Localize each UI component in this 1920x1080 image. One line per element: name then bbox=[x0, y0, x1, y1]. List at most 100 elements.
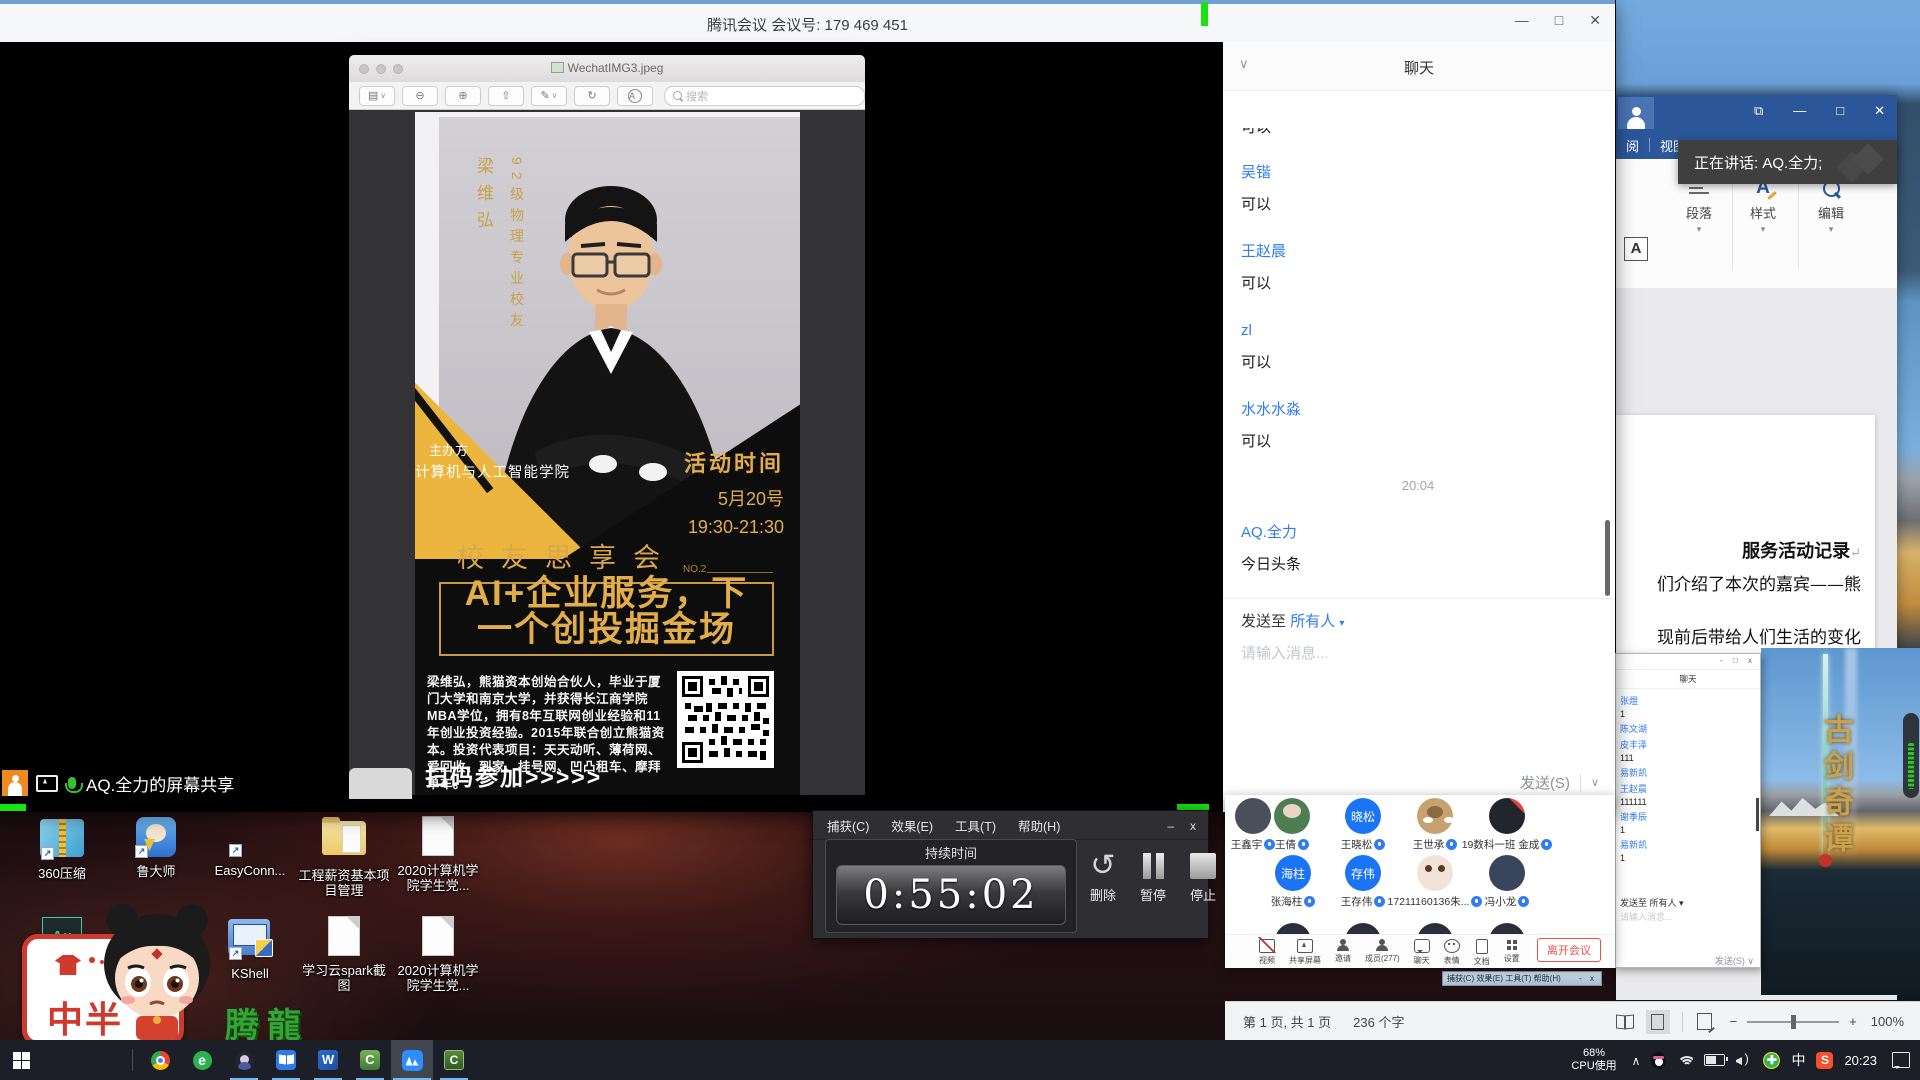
web-layout-icon[interactable] bbox=[1697, 1013, 1712, 1030]
desktop-icon-zip[interactable]: ↗360压缩 bbox=[16, 816, 108, 881]
safety-360-tray-icon[interactable]: ✚ bbox=[1763, 1052, 1780, 1069]
toolbar-item-emoji[interactable]: 表情 bbox=[1444, 939, 1460, 966]
mini-chat-scrollbar[interactable] bbox=[1756, 798, 1759, 831]
sogou-ime-icon[interactable]: S bbox=[1816, 1052, 1833, 1069]
mini-chat-sendto[interactable]: 发送至 所有人 ▾ bbox=[1620, 896, 1684, 909]
share-button[interactable]: ⇧ bbox=[488, 86, 524, 106]
chat-sender-name[interactable]: 吴锴 bbox=[1241, 162, 1595, 183]
participant-tile[interactable]: 海柱张海柱 bbox=[1257, 855, 1329, 909]
meeting-close-button[interactable]: ✕ bbox=[1589, 12, 1601, 29]
mini-chat-window[interactable]: - □ x 聊天 张煜1陈文湖皮丰泽111易新凯王赵晨111111谢季辰1易新凯… bbox=[1615, 653, 1761, 968]
rotate-button[interactable]: ↻ bbox=[574, 86, 610, 106]
font-box-icon[interactable]: A bbox=[1624, 237, 1648, 261]
desktop-icon-folder[interactable]: 工程薪资基本项目管理 bbox=[298, 816, 390, 898]
preview-titlebar[interactable]: WechatIMG3.jpeg bbox=[349, 55, 865, 83]
toolbar-item-chat[interactable]: 聊天 bbox=[1414, 939, 1430, 966]
taskbar-app-word[interactable]: W bbox=[307, 1040, 349, 1080]
zoom-slider[interactable] bbox=[1747, 1021, 1839, 1023]
word-maximize-button[interactable]: □ bbox=[1836, 103, 1844, 119]
删除-button[interactable]: ↺删除 bbox=[1085, 847, 1121, 904]
chat-sender-name[interactable]: zl bbox=[1241, 320, 1595, 341]
mini-recorder-controls[interactable]: - x bbox=[1579, 974, 1597, 983]
desktop-icon-doc[interactable]: 学习云spark截图 bbox=[298, 916, 390, 993]
zoom-out-button[interactable]: ⊖ bbox=[402, 86, 438, 106]
taskbar-clock[interactable]: 20:23 bbox=[1844, 1053, 1877, 1068]
participant-tile[interactable]: 晓松王晓松 bbox=[1327, 798, 1399, 852]
qq-tray-icon[interactable] bbox=[1651, 1052, 1666, 1069]
meeting-minimize-button[interactable]: — bbox=[1515, 12, 1529, 29]
word-account-avatar[interactable] bbox=[1618, 97, 1654, 129]
zoom-in-button[interactable]: + bbox=[1849, 1014, 1857, 1029]
mini-chat-send-button[interactable]: 发送(S) ∨ bbox=[1715, 954, 1754, 967]
taskbar-app-meet[interactable] bbox=[391, 1040, 433, 1080]
cartoon-sticker-popup[interactable]: 中半 bbox=[22, 898, 227, 1040]
toolbar-item-share[interactable]: 共享屏幕 bbox=[1289, 939, 1321, 966]
send-button[interactable]: 发送(S) bbox=[1520, 772, 1570, 793]
recorder-menu-item[interactable]: 工具(T) bbox=[955, 816, 996, 835]
word-ribbon-display-icon[interactable]: ⧉ bbox=[1754, 103, 1763, 119]
meeting-titlebar[interactable]: 腾讯会议 会议号: 179 469 451 — □ ✕ bbox=[0, 4, 1615, 43]
zoom-percent[interactable]: 100% bbox=[1871, 1014, 1904, 1029]
toolbar-item-members[interactable]: 成员(277) bbox=[1365, 939, 1400, 964]
chat-sender-name[interactable]: 王赵晨 bbox=[1241, 241, 1595, 262]
toolbar-item-video[interactable]: 视频 bbox=[1259, 939, 1275, 966]
participant-tile[interactable]: 17211160136朱... bbox=[1399, 855, 1471, 909]
cpu-usage-indicator[interactable]: 68% CPU使用 bbox=[1571, 1047, 1616, 1073]
taskbar-app-book[interactable] bbox=[265, 1040, 307, 1080]
send-to-caret-icon[interactable]: ▾ bbox=[1339, 618, 1344, 629]
chat-message-list[interactable]: 可以吴锴可以王赵晨可以zl可以水水水淼可以20:04AQ.全力今日头条zl公众号 bbox=[1241, 90, 1595, 598]
word-close-button[interactable]: ✕ bbox=[1874, 103, 1885, 119]
action-center-icon[interactable] bbox=[1892, 1052, 1910, 1068]
wifi-icon[interactable] bbox=[1677, 1054, 1693, 1066]
taskbar-app-cortana[interactable] bbox=[84, 1040, 126, 1080]
taskbar-app-cam[interactable]: C bbox=[349, 1040, 391, 1080]
speaker-icon[interactable] bbox=[1736, 1053, 1752, 1067]
recorder-menu-item[interactable]: 帮助(H) bbox=[1018, 816, 1060, 835]
markup-pencil-button[interactable]: ✎∨ bbox=[531, 86, 567, 106]
ime-indicator[interactable]: 中 bbox=[1791, 1050, 1805, 1070]
toolbar-item-doc[interactable]: 文档 bbox=[1474, 939, 1490, 967]
mini-recorder-titlebar[interactable]: 捕获(C) 效果(E) 工具(T) 帮助(H) - x bbox=[1442, 971, 1602, 986]
mini-chat-controls[interactable]: - □ x bbox=[1720, 656, 1756, 665]
participant-tile[interactable]: 王倩 bbox=[1256, 798, 1328, 852]
chat-sender-name[interactable]: AQ.全力 bbox=[1241, 522, 1595, 543]
zoom-in-button[interactable]: ⊕ bbox=[445, 86, 481, 106]
taskbar-app-chrome[interactable] bbox=[139, 1040, 181, 1080]
desktop-icon-doc[interactable]: 2020计算机学院学生党... bbox=[392, 916, 484, 993]
taskbar-app-e360[interactable]: e bbox=[181, 1040, 223, 1080]
participant-tile[interactable]: 冯小龙 bbox=[1471, 855, 1543, 909]
battery-icon[interactable] bbox=[1704, 1054, 1725, 1066]
toolbar-item-invite[interactable]: 邀请 bbox=[1335, 939, 1351, 964]
send-options-icon[interactable]: ∨ bbox=[1591, 776, 1599, 789]
sidebar-toggle-button[interactable]: ▤∨ bbox=[359, 86, 395, 106]
recorder-close-button[interactable]: x bbox=[1190, 819, 1196, 833]
leave-meeting-button[interactable]: 离开会议 bbox=[1537, 938, 1601, 962]
participant-tile[interactable]: 19数科一班 金成 bbox=[1471, 798, 1543, 852]
desktop-icon-doc[interactable]: 2020计算机学院学生党... bbox=[392, 816, 484, 893]
send-to-target[interactable]: 所有人 bbox=[1290, 613, 1335, 630]
taskbar-app-search[interactable] bbox=[42, 1040, 84, 1080]
highlight-button[interactable]: A bbox=[617, 86, 653, 106]
recorder-minimize-button[interactable]: – bbox=[1167, 819, 1174, 833]
recorder-menu-item[interactable]: 效果(E) bbox=[891, 816, 933, 835]
停止-button[interactable]: 停止 bbox=[1185, 847, 1221, 904]
read-mode-icon[interactable] bbox=[1616, 1015, 1634, 1028]
search-input[interactable]: 搜索 bbox=[664, 86, 865, 106]
toolbar-item-settings[interactable]: 设置 bbox=[1504, 939, 1520, 964]
chat-sender-name[interactable]: 水水水淼 bbox=[1241, 399, 1595, 420]
暂停-button[interactable]: 暂停 bbox=[1135, 847, 1171, 904]
mini-chat-titlebar[interactable]: - □ x bbox=[1616, 654, 1760, 670]
taskbar-app-camrec[interactable]: C bbox=[433, 1040, 475, 1080]
chat-scrollbar[interactable] bbox=[1605, 520, 1610, 596]
zoom-out-button[interactable]: − bbox=[1730, 1014, 1738, 1029]
word-titlebar[interactable]: ⧉ — □ ✕ bbox=[1616, 95, 1897, 131]
tab-review-partial[interactable]: 阅 bbox=[1616, 136, 1649, 155]
meeting-maximize-button[interactable]: □ bbox=[1555, 12, 1563, 29]
taskbar-app-ketang[interactable] bbox=[223, 1040, 265, 1080]
desktop-icon-ec[interactable]: ↗EasyConn... bbox=[204, 816, 296, 878]
print-layout-icon[interactable] bbox=[1646, 1010, 1670, 1034]
taskbar-app-start[interactable] bbox=[0, 1040, 42, 1080]
chat-input-placeholder[interactable]: 请输入消息... bbox=[1241, 642, 1329, 663]
participant-tile[interactable]: 王世承 bbox=[1399, 798, 1471, 852]
recorder-menu-item[interactable]: 捕获(C) bbox=[827, 816, 869, 835]
